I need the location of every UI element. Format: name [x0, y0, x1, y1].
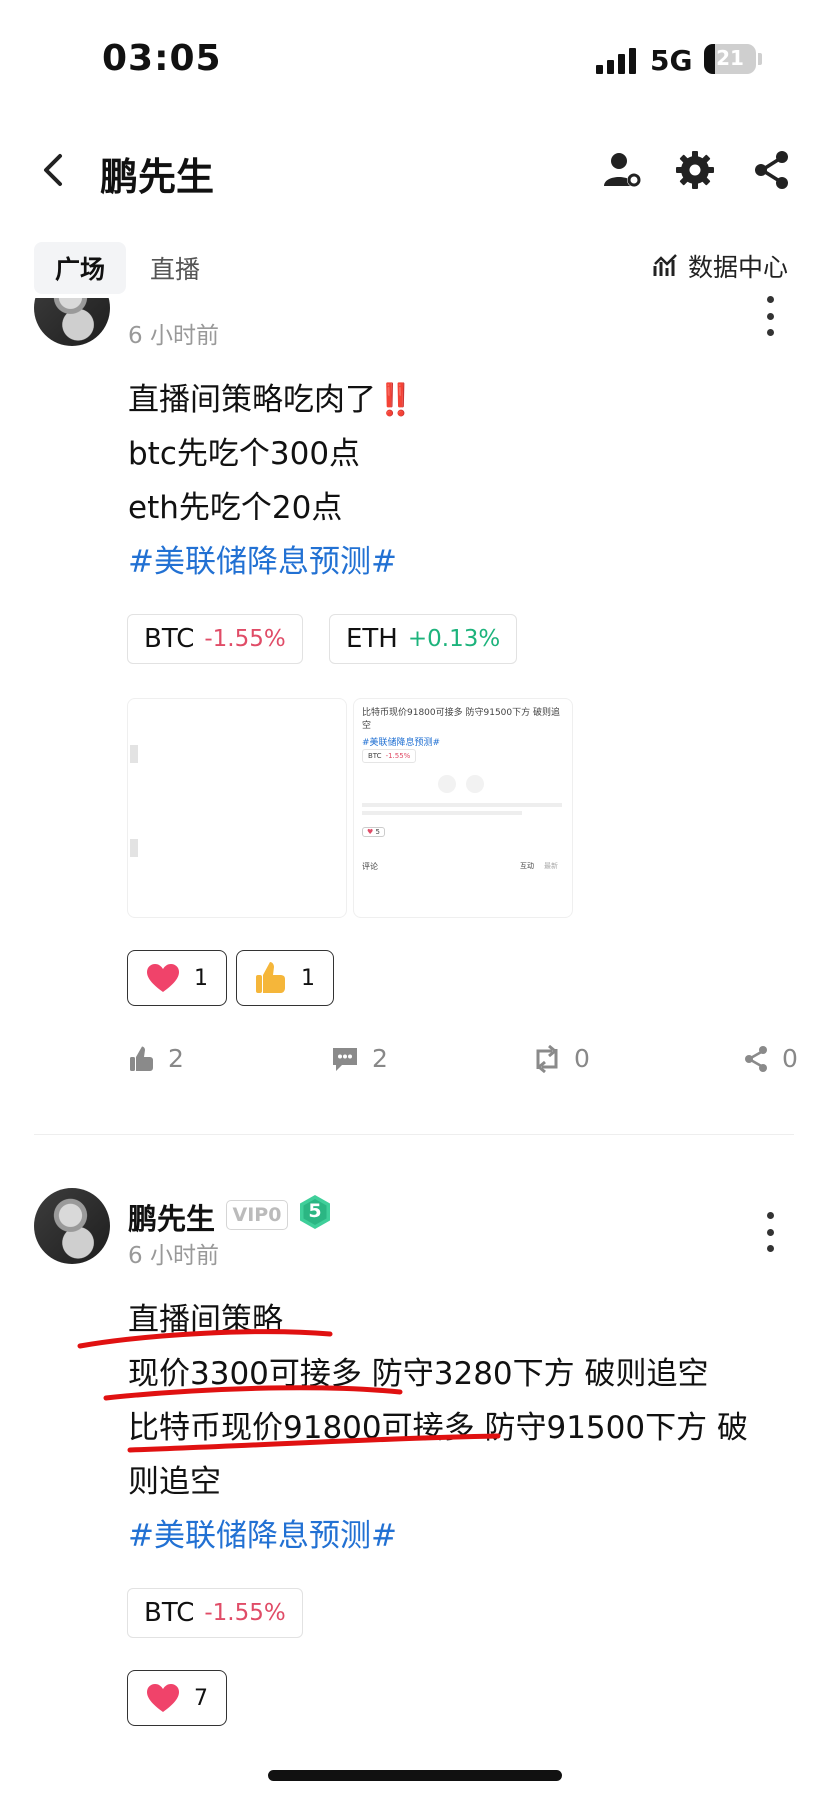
reaction-count: 1 [194, 965, 208, 991]
post-text-line: 直播间策略 [128, 1302, 283, 1338]
ticker-change: +0.13% [407, 626, 501, 652]
more-options-icon[interactable] [764, 296, 776, 336]
back-chevron-icon[interactable] [34, 148, 74, 192]
comment-action[interactable]: 2 [330, 1044, 388, 1073]
hashtag-link[interactable]: #美联储降息预测# [128, 536, 397, 581]
signal-icon [596, 48, 636, 74]
post-text-line: 现价3300可接多 防守3280下方 破则追空 [128, 1356, 709, 1392]
preview-ticker-symbol: BTC [368, 752, 382, 760]
level-number: 5 [308, 1200, 322, 1222]
preview-comments-label: 评论 [362, 862, 378, 871]
user-settings-icon[interactable] [600, 148, 644, 192]
share-count: 0 [782, 1044, 798, 1073]
image-blur-mark [130, 839, 138, 857]
ticker-symbol: BTC [144, 1598, 195, 1628]
preview-hashtag: #美联储降息预测# [362, 738, 441, 748]
tab-live[interactable]: 直播 [150, 242, 200, 294]
status-time: 03:05 [102, 38, 222, 79]
page-title: 鹏先生 [100, 155, 215, 199]
preview-like: ♥ 5 [362, 827, 385, 837]
post-time: 6 小时前 [128, 1243, 219, 1269]
network-label: 5G [650, 44, 693, 77]
ticker-change: -1.55% [204, 1600, 286, 1626]
preview-interact-label: 互动 [520, 862, 534, 870]
ticker-change: -1.55% [204, 626, 286, 652]
preview-ticker: BTC -1.55% [362, 749, 417, 763]
home-indicator[interactable] [268, 1770, 562, 1781]
preview-like-count: 5 [375, 828, 380, 836]
ticker-chip-btc[interactable]: BTC -1.55% [127, 1588, 303, 1638]
more-options-icon[interactable] [764, 1212, 776, 1252]
post-text-line: eth先吃个20点 [128, 490, 343, 526]
comment-icon [333, 1047, 357, 1071]
post-text-line: 则追空 [128, 1464, 221, 1500]
post-divider [34, 1134, 794, 1135]
preview-body-line [362, 803, 562, 807]
tab-plaza[interactable]: 广场 [34, 242, 126, 294]
repost-count: 0 [574, 1044, 590, 1073]
share-action[interactable]: 0 [742, 1044, 798, 1073]
chart-icon [653, 254, 677, 276]
link-icon [466, 775, 484, 793]
reaction-count: 1 [301, 965, 315, 991]
preview-ticker-change: -1.55% [385, 752, 411, 760]
telegram-icon [438, 775, 456, 793]
preview-heart-icon: ♥ [367, 828, 374, 836]
hashtag-link[interactable]: #美联储降息预测# [128, 1510, 397, 1555]
ticker-chip-eth[interactable]: ETH +0.13% [329, 614, 518, 664]
reaction-heart[interactable]: 1 [127, 950, 227, 1006]
image-thumbnail-screenshot[interactable]: 比特币现价91800可接多 防守91500下方 破则追空 #美联储降息预测# B… [353, 698, 573, 918]
heart-icon [147, 964, 179, 992]
reaction-thumbs-up[interactable]: 1 [236, 950, 334, 1006]
author-name[interactable]: 鹏先生 [128, 1196, 215, 1238]
data-center-link[interactable]: 数据中心 [652, 248, 788, 284]
share-icon[interactable] [750, 148, 794, 192]
gear-icon[interactable] [673, 148, 717, 192]
image-blur-mark [130, 745, 138, 763]
ticker-symbol: BTC [144, 624, 195, 654]
ticker-chip-btc[interactable]: BTC -1.55% [127, 614, 303, 664]
ticker-symbol: ETH [346, 624, 398, 654]
post-text-line: 直播间策略吃肉了‼️ [128, 382, 415, 418]
share-icon [745, 1045, 767, 1072]
vip-badge: VIP0 [226, 1200, 288, 1230]
thumbs-up-icon [130, 1046, 153, 1071]
preview-body-line [362, 811, 522, 815]
reaction-count: 7 [194, 1685, 208, 1711]
battery-level: 21 [716, 46, 744, 70]
image-thumbnail[interactable] [127, 698, 347, 918]
battery-icon: 21 [704, 44, 756, 74]
level-badge: 5 [298, 1194, 332, 1230]
post-text-line: btc先吃个300点 [128, 436, 361, 472]
battery-tip [758, 53, 762, 65]
thumbs-up-icon [256, 962, 285, 993]
post-text-line: 比特币现价91800可接多 防守91500下方 破 [128, 1410, 748, 1446]
post-time: 6 小时前 [128, 323, 219, 349]
like-count: 2 [168, 1044, 184, 1073]
repost-icon [536, 1044, 558, 1073]
repost-action[interactable]: 0 [532, 1044, 590, 1073]
preview-text: 比特币现价91800可接多 防守91500下方 破则追空 [362, 708, 560, 731]
heart-icon [147, 1684, 179, 1712]
comment-count: 2 [372, 1044, 388, 1073]
avatar[interactable] [34, 1188, 110, 1264]
reaction-heart[interactable]: 7 [127, 1670, 227, 1726]
like-action[interactable]: 2 [128, 1044, 184, 1073]
data-center-label: 数据中心 [688, 253, 789, 282]
preview-latest-label: 最新 [544, 862, 558, 870]
